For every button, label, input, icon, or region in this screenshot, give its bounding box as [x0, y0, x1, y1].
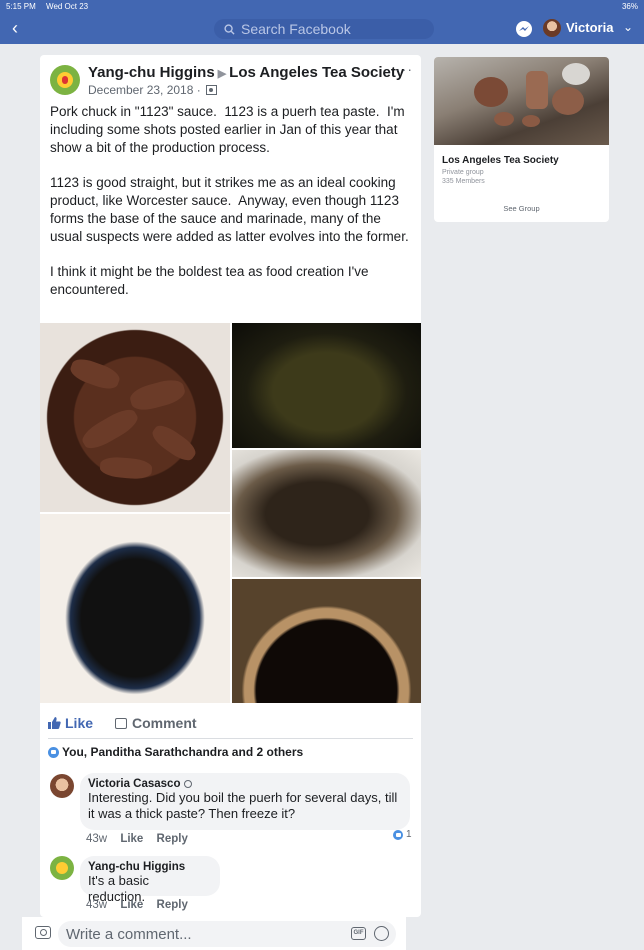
group-card-title[interactable]: Los Angeles Tea Society — [442, 155, 559, 166]
post-text: Pork chuck in "1123" sauce. 1123 is a pu… — [50, 104, 409, 297]
more-options-icon[interactable]: ··· — [396, 61, 413, 77]
like-reaction-icon — [393, 829, 403, 840]
comment-input[interactable] — [66, 924, 336, 944]
post-header: Yang-chu Higgins ▶ Los Angeles Tea Society — [88, 64, 404, 81]
status-time: 5:15 PM — [6, 2, 36, 11]
comment-like-count[interactable]: 1 — [393, 829, 412, 840]
comment-composer: GIF — [22, 917, 406, 950]
reactions-summary[interactable]: You, Panditha Sarathchandra and 2 others — [48, 745, 303, 759]
like-button[interactable]: Like — [48, 715, 93, 731]
search-bar[interactable] — [214, 19, 434, 39]
photo-tea-leaves-dark[interactable] — [232, 323, 421, 448]
comment-bubble: Victoria Casasco Interesting. Did you bo… — [80, 773, 410, 830]
comment-button[interactable]: Comment — [115, 715, 197, 731]
post-actions: Like Comment — [40, 715, 421, 737]
group-card-info: Private group 335 Members — [442, 168, 485, 186]
emoji-icon[interactable] — [374, 926, 389, 941]
comment-bubble-icon — [115, 717, 127, 729]
group-privacy: Private group — [442, 169, 484, 176]
arrow-right-icon: ▶ — [217, 68, 227, 80]
group-card: Los Angeles Tea Society Private group 33… — [434, 57, 609, 222]
photo-pork-in-sauce[interactable] — [40, 323, 230, 512]
post-author[interactable]: Yang-chu Higgins — [88, 64, 215, 81]
gif-icon[interactable]: GIF — [351, 927, 366, 940]
comment-time[interactable]: 43w — [86, 833, 107, 845]
search-icon — [224, 23, 235, 35]
group-cover-photo[interactable] — [434, 57, 609, 145]
reactions-text: You, Panditha Sarathchandra and 2 others — [62, 745, 304, 759]
account-menu-chevron-icon[interactable]: ⌄ — [623, 20, 633, 34]
group-privacy-icon — [205, 85, 217, 95]
post-card: Yang-chu Higgins ▶ Los Angeles Tea Society… — [40, 55, 421, 917]
comment-like-link[interactable]: Like — [120, 899, 143, 911]
comment-author[interactable]: Yang-chu Higgins — [88, 861, 185, 873]
comment-time[interactable]: 43w — [86, 899, 107, 911]
photo-tea-paste-pot[interactable] — [232, 579, 421, 703]
comment-input-wrap: GIF — [58, 921, 396, 947]
commenter-avatar[interactable] — [50, 856, 74, 880]
commenter-avatar[interactable] — [50, 774, 74, 798]
group-members: 335 Members — [442, 178, 485, 185]
comment-author-row: Yang-chu Higgins — [88, 861, 209, 873]
comment-like-link[interactable]: Like — [120, 833, 143, 845]
post-group[interactable]: Los Angeles Tea Society — [229, 64, 404, 81]
like-reaction-icon — [48, 746, 59, 758]
photo-tea-paste-plate[interactable] — [40, 514, 230, 703]
comment-like-number: 1 — [406, 829, 412, 840]
photo-tea-leaves-bowl[interactable] — [232, 450, 421, 577]
user-name[interactable]: Victoria — [566, 20, 613, 35]
status-bar: 5:15 PM Wed Oct 23 36% — [6, 2, 638, 12]
post-date[interactable]: December 23, 2018 · — [88, 83, 201, 97]
comment-text: Interesting. Did you boil the puerh for … — [88, 790, 398, 821]
comment-reply-link[interactable]: Reply — [157, 833, 188, 845]
comment-meta: 43w Like Reply — [86, 833, 198, 845]
divider — [48, 738, 413, 739]
comment-label: Comment — [132, 715, 197, 731]
comment-bubble: Yang-chu Higgins It's a basic reduction. — [80, 856, 220, 904]
post-date-row: December 23, 2018 · — [88, 83, 217, 97]
badge-icon — [184, 780, 193, 788]
see-group-button[interactable]: See Group — [434, 204, 609, 213]
messenger-icon[interactable] — [515, 20, 533, 38]
back-chevron-icon[interactable]: ‹ — [12, 19, 28, 37]
status-date: Wed Oct 23 — [46, 2, 89, 11]
camera-icon[interactable] — [35, 926, 51, 939]
author-avatar[interactable] — [50, 65, 80, 95]
comment-author[interactable]: Victoria Casasco — [88, 778, 180, 790]
comment-reply-link[interactable]: Reply — [157, 899, 188, 911]
comment-meta: 43w Like Reply — [86, 899, 198, 911]
status-battery: 36% — [621, 2, 638, 11]
comment-author-row: Victoria Casasco — [88, 778, 399, 790]
like-label: Like — [65, 715, 94, 731]
user-avatar[interactable] — [543, 19, 561, 37]
search-input[interactable] — [241, 21, 421, 37]
top-bar: 5:15 PM Wed Oct 23 36% ‹ Victoria ⌄ — [0, 0, 644, 44]
thumbs-up-icon — [48, 717, 61, 729]
